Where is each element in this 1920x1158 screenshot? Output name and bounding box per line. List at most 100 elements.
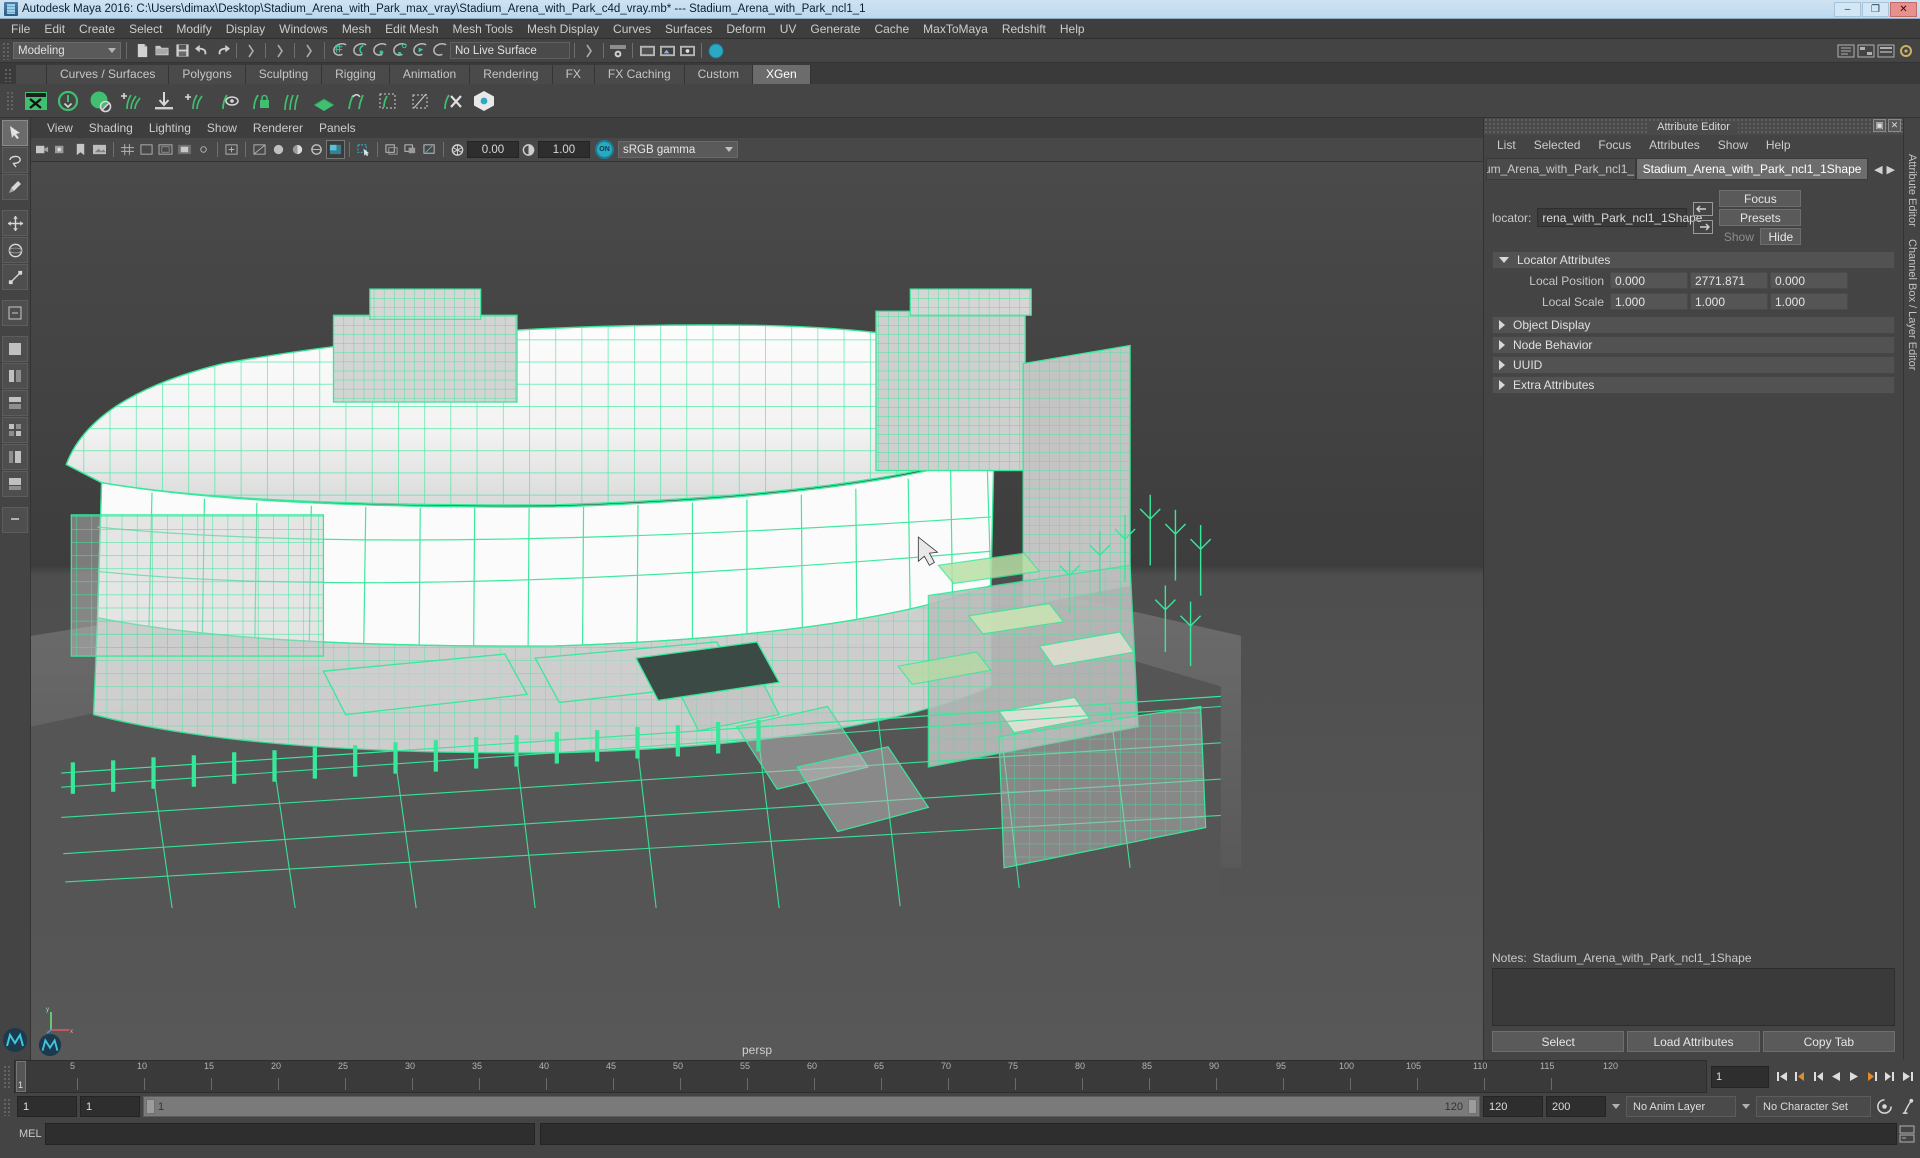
group-node-behavior[interactable]: Node Behavior <box>1492 336 1895 354</box>
shelf-grip-icon[interactable] <box>4 68 12 82</box>
node-tab-shape[interactable]: Stadium_Arena_with_Park_ncl1_1Shape <box>1636 158 1869 180</box>
output-connection-icon[interactable] <box>1693 219 1714 234</box>
toolbar-grip-icon[interactable] <box>2 41 10 60</box>
copy-tab-button[interactable]: Copy Tab <box>1762 1031 1895 1052</box>
menu-redshift[interactable]: Redshift <box>995 19 1053 39</box>
redo-icon[interactable] <box>212 41 232 61</box>
snap-to-grid-icon[interactable] <box>330 41 350 61</box>
image-plane-icon[interactable] <box>90 140 109 159</box>
float-panel-button[interactable]: ▣ <box>1873 119 1886 132</box>
shelf-row-grip-icon[interactable] <box>6 90 14 111</box>
current-frame-field[interactable]: 1 <box>1711 1065 1769 1088</box>
viewport-menu-shading[interactable]: Shading <box>81 118 141 138</box>
select-tool-button[interactable] <box>2 120 28 146</box>
shelf-tab-menu-button[interactable] <box>16 65 47 84</box>
presets-button[interactable]: Presets <box>1719 209 1802 226</box>
resolution-gate-icon[interactable] <box>156 140 175 159</box>
delete-guide-icon[interactable] <box>436 86 468 116</box>
shelf-tab-curves-surfaces[interactable]: Curves / Surfaces <box>47 65 170 84</box>
layout-persp-outliner-button[interactable] <box>2 444 28 470</box>
ipr-render-icon[interactable] <box>657 41 677 61</box>
last-tool-button[interactable] <box>2 300 28 326</box>
menu-edit-mesh[interactable]: Edit Mesh <box>378 19 445 39</box>
shelf-tab-sculpting[interactable]: Sculpting <box>245 65 323 84</box>
ae-menu-show[interactable]: Show <box>1709 135 1757 155</box>
current-time-indicator[interactable]: 1 <box>16 1061 26 1092</box>
step-forward-frame-icon[interactable] <box>1881 1067 1898 1086</box>
open-hypergraph-icon[interactable] <box>1856 41 1876 61</box>
layout-more-button[interactable] <box>2 507 28 533</box>
exposure-field[interactable]: 0.00 <box>467 141 519 158</box>
gamma-field[interactable]: 1.00 <box>538 141 590 158</box>
xgen-collection-icon[interactable] <box>84 86 116 116</box>
camera-attributes-icon[interactable] <box>52 140 71 159</box>
select-box-icon[interactable] <box>404 86 436 116</box>
menu-display[interactable]: Display <box>219 19 272 39</box>
auto-keyframe-icon[interactable] <box>1874 1096 1894 1118</box>
playback-start-field[interactable]: 1 <box>80 1096 140 1117</box>
open-tool-settings-icon[interactable] <box>1896 41 1916 61</box>
open-scene-icon[interactable] <box>152 41 172 61</box>
group-extra-attributes[interactable]: Extra Attributes <box>1492 376 1895 394</box>
menu-uv[interactable]: UV <box>773 19 804 39</box>
xgen-editor-icon[interactable] <box>20 86 52 116</box>
exposure-aperture-icon[interactable] <box>448 140 467 159</box>
shelf-tab-fx-caching[interactable]: FX Caching <box>594 65 685 84</box>
menu-file[interactable]: File <box>4 19 37 39</box>
render-view-icon[interactable] <box>637 41 657 61</box>
chevron-down-icon[interactable] <box>1742 1104 1750 1109</box>
shelf-tab-fx[interactable]: FX <box>552 65 595 84</box>
locator-name-field[interactable]: rena_with_Park_ncl1_1Shape <box>1537 208 1702 227</box>
node-tab-transform[interactable]: ium_Arena_with_Park_ncl1_1 <box>1486 158 1636 180</box>
dock-tab-attribute-editor[interactable]: Attribute Editor <box>1906 148 1918 233</box>
animation-preferences-icon[interactable] <box>1897 1096 1917 1118</box>
dock-tab-channel-box[interactable]: Channel Box / Layer Editor <box>1906 233 1918 376</box>
menu-mesh-tools[interactable]: Mesh Tools <box>446 19 520 39</box>
rotate-tool-button[interactable] <box>2 237 28 263</box>
menu-create[interactable]: Create <box>72 19 122 39</box>
step-back-frame-icon[interactable] <box>1809 1067 1826 1086</box>
shelf-tab-custom[interactable]: Custom <box>684 65 753 84</box>
two-d-pan-zoom-icon[interactable] <box>222 140 241 159</box>
add-guide-icon[interactable] <box>116 86 148 116</box>
step-forward-keyframe-icon[interactable] <box>1863 1067 1880 1086</box>
local-scale-x-field[interactable]: 1.000 <box>1610 293 1688 310</box>
menu-mesh-display[interactable]: Mesh Display <box>520 19 606 39</box>
preview-guide-icon[interactable] <box>212 86 244 116</box>
color-space-selector[interactable]: sRGB gamma <box>618 141 738 158</box>
select-by-hierarchy-icon[interactable] <box>241 41 261 61</box>
shelf-tab-polygons[interactable]: Polygons <box>169 65 246 84</box>
viewport-menu-show[interactable]: Show <box>199 118 245 138</box>
scale-tool-button[interactable] <box>2 264 28 290</box>
show-button[interactable]: Show <box>1719 228 1758 245</box>
ground-guide-icon[interactable] <box>148 86 180 116</box>
menu-maxtomaya[interactable]: MaxToMaya <box>916 19 995 39</box>
sculpt-sphere-icon[interactable] <box>706 41 726 61</box>
show-hide-editors-icon[interactable] <box>608 41 628 61</box>
viewport-menu-renderer[interactable]: Renderer <box>245 118 311 138</box>
viewport-menu-lighting[interactable]: Lighting <box>141 118 199 138</box>
shelf-tab-rendering[interactable]: Rendering <box>470 65 553 84</box>
playback-end-field[interactable]: 120 <box>1483 1096 1543 1117</box>
go-to-end-icon[interactable] <box>1899 1067 1916 1086</box>
add-clump-icon[interactable] <box>180 86 212 116</box>
viewport-menu-view[interactable]: View <box>39 118 81 138</box>
command-input-field[interactable] <box>45 1123 535 1145</box>
range-slider-grip-icon[interactable] <box>3 1097 11 1116</box>
move-tool-button[interactable] <box>2 210 28 236</box>
smooth-shade-selected-icon[interactable] <box>288 140 307 159</box>
menu-mesh[interactable]: Mesh <box>335 19 378 39</box>
group-object-display[interactable]: Object Display <box>1492 316 1895 334</box>
ae-menu-selected[interactable]: Selected <box>1525 135 1590 155</box>
menu-edit[interactable]: Edit <box>37 19 72 39</box>
paint-selection-tool-button[interactable] <box>2 174 28 200</box>
shadows-icon[interactable] <box>382 140 401 159</box>
input-connection-icon[interactable] <box>1693 201 1714 216</box>
lasso-tool-button[interactable] <box>2 147 28 173</box>
guide-spline-icon[interactable] <box>340 86 372 116</box>
film-gate-icon[interactable] <box>137 140 156 159</box>
select-camera-icon[interactable] <box>33 140 52 159</box>
open-attribute-editor-icon[interactable] <box>1876 41 1896 61</box>
bookmark-icon[interactable] <box>71 140 90 159</box>
snap-to-curve-icon[interactable] <box>350 41 370 61</box>
